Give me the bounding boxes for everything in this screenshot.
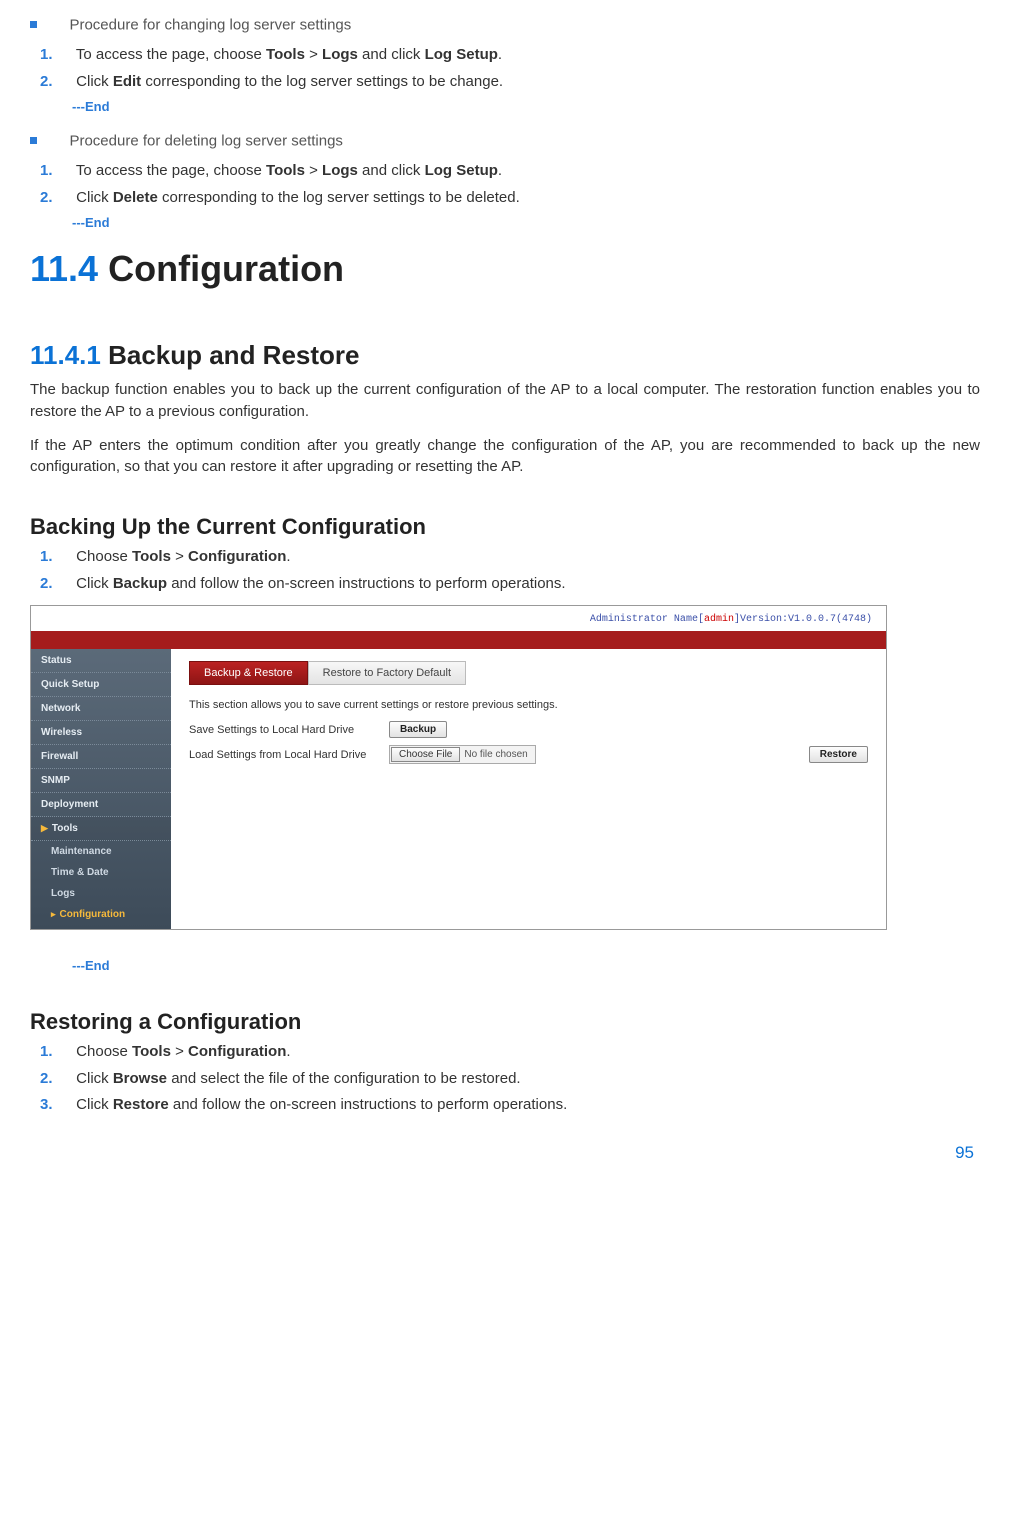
sidebar-item-firewall[interactable]: Firewall [31, 745, 171, 769]
sidebar-sub-configuration[interactable]: ▸ Configuration [31, 904, 171, 925]
step-number: 2. [40, 1068, 62, 1091]
backup-heading: Backing Up the Current Configuration [0, 514, 980, 540]
procedure-changing-heading: Procedure for changing log server settin… [30, 16, 980, 34]
step-text: Click Browse and select the file of the … [76, 1070, 520, 1087]
sidebar-item-label: Tools [52, 823, 78, 834]
screenshot-header: Administrator Name[admin]Version:V1.0.0.… [31, 606, 886, 631]
step-text: Choose Tools > Configuration. [76, 1043, 290, 1060]
procedure-changing-title: Procedure for changing log server settin… [69, 16, 351, 33]
subsection-title: Backup and Restore [101, 340, 360, 370]
page-number: 95 [30, 1143, 980, 1163]
configuration-screenshot: Administrator Name[admin]Version:V1.0.0.… [30, 605, 887, 930]
screenshot-body: Status Quick Setup Network Wireless Fire… [31, 649, 886, 929]
step-number: 2. [40, 71, 62, 94]
sidebar-item-wireless[interactable]: Wireless [31, 721, 171, 745]
step-text: Click Edit corresponding to the log serv… [76, 73, 503, 90]
bullet-icon [30, 21, 37, 28]
end-marker: ---End [72, 99, 980, 114]
step-number: 2. [40, 573, 62, 596]
bullet-icon [30, 137, 37, 144]
step-text: Click Restore and follow the on-screen i… [76, 1096, 567, 1113]
screenshot-redbar [31, 631, 886, 649]
tab-backup-restore[interactable]: Backup & Restore [189, 661, 308, 685]
step-item: 2. Click Backup and follow the on-screen… [40, 573, 980, 596]
step-item: 2. Click Browse and select the file of t… [40, 1068, 980, 1091]
step-number: 1. [40, 546, 62, 569]
load-settings-row: Load Settings from Local Hard Drive Choo… [189, 745, 868, 764]
tab-bar: Backup & Restore Restore to Factory Defa… [189, 661, 868, 685]
screenshot-description: This section allows you to save current … [189, 699, 868, 711]
admin-label: Administrator Name[ [590, 614, 704, 625]
admin-name: admin [704, 614, 734, 625]
step-item: 2. Click Delete corresponding to the log… [40, 187, 980, 210]
save-settings-row: Save Settings to Local Hard Drive Backup [189, 721, 868, 738]
restore-button[interactable]: Restore [809, 746, 868, 763]
end-marker: ---End [72, 215, 980, 230]
tab-factory-default[interactable]: Restore to Factory Default [308, 661, 466, 685]
sidebar-item-quick-setup[interactable]: Quick Setup [31, 673, 171, 697]
procedure-deleting-heading: Procedure for deleting log server settin… [30, 132, 980, 150]
sidebar-sub-maintenance[interactable]: Maintenance [31, 841, 171, 862]
step-item: 1. To access the page, choose Tools > Lo… [40, 44, 980, 67]
paragraph: The backup function enables you to back … [30, 379, 980, 423]
step-text: Click Backup and follow the on-screen in… [76, 575, 565, 592]
step-number: 2. [40, 187, 62, 210]
subsection-number: 11.4.1 [30, 340, 101, 370]
step-text: Click Delete corresponding to the log se… [76, 189, 520, 206]
section-heading: 11.4 Configuration [30, 248, 980, 290]
sidebar-item-label: Configuration [60, 909, 126, 920]
procedure-deleting-title: Procedure for deleting log server settin… [69, 132, 342, 149]
step-number: 1. [40, 1041, 62, 1064]
save-settings-label: Save Settings to Local Hard Drive [189, 724, 379, 736]
step-text: Choose Tools > Configuration. [76, 548, 290, 565]
step-item: 1. Choose Tools > Configuration. [40, 546, 980, 569]
restore-heading: Restoring a Configuration [0, 1009, 980, 1035]
backup-steps: 1. Choose Tools > Configuration. 2. Clic… [40, 546, 980, 595]
section-number: 11.4 [30, 248, 98, 289]
sidebar-item-deployment[interactable]: Deployment [31, 793, 171, 817]
end-marker: ---End [72, 958, 980, 973]
section-title: Configuration [98, 248, 344, 289]
screenshot-main: Backup & Restore Restore to Factory Defa… [171, 649, 886, 929]
sidebar-sub-logs[interactable]: Logs [31, 883, 171, 904]
step-number: 3. [40, 1094, 62, 1117]
step-item: 1. To access the page, choose Tools > Lo… [40, 160, 980, 183]
sidebar-item-network[interactable]: Network [31, 697, 171, 721]
paragraph: If the AP enters the optimum condition a… [30, 435, 980, 479]
step-item: 3. Click Restore and follow the on-scree… [40, 1094, 980, 1117]
load-settings-label: Load Settings from Local Hard Drive [189, 749, 379, 761]
step-number: 1. [40, 44, 62, 67]
version-label: ]Version:V1.0.0.7(4748) [734, 614, 872, 625]
restore-steps: 1. Choose Tools > Configuration. 2. Clic… [40, 1041, 980, 1117]
sidebar-item-status[interactable]: Status [31, 649, 171, 673]
procedure-changing-steps: 1. To access the page, choose Tools > Lo… [40, 44, 980, 93]
screenshot-sidebar: Status Quick Setup Network Wireless Fire… [31, 649, 171, 929]
sidebar-sub-time-date[interactable]: Time & Date [31, 862, 171, 883]
no-file-text: No file chosen [464, 749, 533, 760]
backup-button[interactable]: Backup [389, 721, 447, 738]
step-item: 2. Click Edit corresponding to the log s… [40, 71, 980, 94]
sidebar-item-tools[interactable]: ▶ Tools [31, 817, 171, 841]
procedure-deleting-steps: 1. To access the page, choose Tools > Lo… [40, 160, 980, 209]
step-text: To access the page, choose Tools > Logs … [76, 162, 502, 179]
step-number: 1. [40, 160, 62, 183]
step-text: To access the page, choose Tools > Logs … [76, 46, 502, 63]
triangle-icon: ▸ [51, 909, 56, 919]
subsection-heading: 11.4.1 Backup and Restore [30, 340, 980, 371]
file-input[interactable]: Choose File No file chosen [389, 745, 536, 764]
step-item: 1. Choose Tools > Configuration. [40, 1041, 980, 1064]
choose-file-button[interactable]: Choose File [391, 747, 460, 762]
sidebar-item-snmp[interactable]: SNMP [31, 769, 171, 793]
triangle-icon: ▶ [41, 823, 48, 833]
